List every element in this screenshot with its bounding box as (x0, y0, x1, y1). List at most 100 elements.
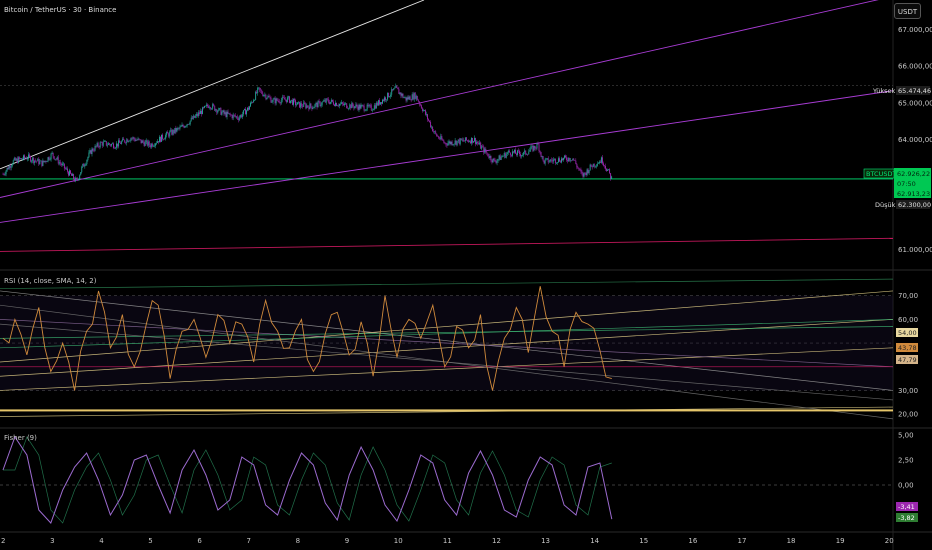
candle-body (495, 161, 497, 163)
candle-body (607, 169, 608, 171)
candle-body (517, 150, 518, 155)
candle-body (388, 92, 390, 98)
candle-body (283, 97, 285, 100)
candle-body (474, 137, 476, 142)
time-tick-label: 7 (247, 537, 251, 545)
currency-button[interactable]: USDT (894, 3, 921, 19)
candle-body (246, 110, 247, 115)
candle-body (394, 87, 396, 89)
candle-body (488, 156, 490, 158)
candle-body (193, 115, 195, 118)
candle-body (489, 155, 491, 158)
candle-body (561, 158, 562, 163)
candle-body (334, 102, 336, 106)
candle-body (49, 159, 51, 160)
candle-body (11, 164, 13, 167)
candle-body (505, 154, 507, 158)
candle-body (150, 143, 152, 148)
rsi-support-band (0, 409, 893, 412)
candle-body (369, 105, 371, 106)
candle-body (316, 103, 318, 108)
candle-body (450, 141, 452, 145)
candle-body (97, 143, 99, 147)
candle-body (480, 142, 482, 149)
chart-canvas[interactable]: 67.000,00 66.000,00 65.000,00 64.000,00 61.0… (0, 0, 932, 550)
candle-body (43, 160, 45, 162)
candle-body (210, 107, 212, 109)
candle-body (259, 87, 261, 90)
candle-body (611, 176, 613, 179)
candle-body (169, 131, 171, 137)
price-tick-label: 65.000,00 (898, 99, 932, 107)
candle-body (356, 104, 358, 107)
candle-body (151, 143, 153, 147)
candle-body (438, 136, 440, 139)
candle-body (243, 108, 245, 111)
rsi-badge-1: 54,00 (898, 329, 917, 337)
candle-body (158, 141, 159, 143)
candle-body (419, 104, 421, 106)
bid-price: 62.913,23 (897, 190, 930, 198)
candle-body (482, 146, 484, 148)
candle-body (430, 121, 432, 128)
candle-body (65, 168, 67, 170)
candle-body (305, 103, 307, 108)
candle-body (168, 133, 170, 137)
candle-body (108, 143, 110, 145)
candle-body (265, 94, 267, 99)
time-tick-label: 4 (99, 537, 104, 545)
candle-body (509, 152, 511, 156)
candle-body (547, 158, 549, 163)
candle-body (62, 163, 64, 165)
candle-body (520, 153, 522, 157)
candle-body (165, 135, 167, 139)
candle-body (425, 110, 426, 115)
candle-body (240, 115, 242, 118)
candle-body (98, 146, 100, 148)
candle-body (83, 163, 85, 167)
candle-body (124, 139, 126, 143)
candle-body (135, 139, 137, 141)
candle-body (494, 159, 496, 162)
candle-body (546, 158, 548, 159)
candle-body (38, 158, 40, 165)
candle-body (52, 152, 54, 157)
candle-body (85, 163, 87, 166)
time-tick-label: 14 (590, 537, 599, 545)
candle-body (565, 155, 567, 158)
candle-body (401, 93, 403, 96)
candle-body (524, 150, 526, 153)
candle-body (608, 169, 610, 170)
candle-body (215, 109, 217, 111)
candle-body (252, 102, 254, 103)
candle-body (566, 157, 568, 161)
candle-body (436, 133, 438, 137)
candle-body (12, 160, 14, 165)
candle-body (544, 159, 546, 164)
candle-body (525, 150, 527, 155)
countdown: 07:50 (897, 180, 916, 188)
candle-body (285, 99, 287, 103)
candle-body (429, 120, 431, 122)
candle-body (554, 158, 556, 164)
candle-body (78, 179, 80, 180)
candle-body (570, 160, 572, 161)
candle-body (236, 116, 238, 119)
candle-body (368, 105, 370, 107)
candle-body (609, 169, 611, 174)
candle-body (363, 105, 365, 111)
candle-body (311, 106, 313, 110)
candle-body (195, 113, 197, 116)
price-tick-label: 66.000,00 (898, 63, 932, 71)
candle-body (555, 162, 557, 164)
candle-body (301, 103, 303, 107)
candle-body (77, 179, 79, 181)
candle-body (532, 145, 534, 151)
candle-body (142, 140, 144, 143)
candle-body (584, 172, 586, 174)
candle-body (471, 137, 472, 144)
candle-body (89, 150, 91, 153)
candle-body (90, 150, 92, 155)
candle-body (375, 102, 377, 109)
candle-body (385, 97, 387, 101)
